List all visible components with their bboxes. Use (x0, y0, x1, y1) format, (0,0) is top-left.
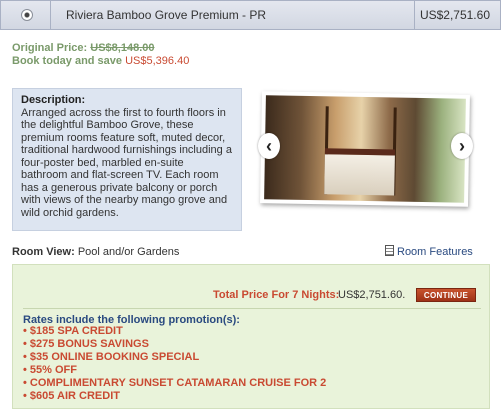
promotion-item: • $275 BONUS SAVINGS (23, 338, 149, 350)
room-view-label: Room View: (12, 246, 75, 258)
divider (23, 308, 481, 309)
description-text: Arranged across the first to fourth floo… (21, 106, 232, 219)
original-price-row: Original Price: US$8,148.00 (12, 42, 154, 54)
savings-row: Book today and save US$5,396.40 (12, 55, 189, 67)
room-name: Riviera Bamboo Grove Premium - PR (66, 8, 267, 22)
promotions-list: • $185 SPA CREDIT • $275 BONUS SAVINGS •… (23, 325, 326, 403)
total-price-row: Total Price For 7 Nights: US$2,751.60. C… (213, 288, 478, 304)
chevron-left-icon[interactable]: ‹ (258, 133, 280, 159)
room-view-row: Room View: Pool and/or Gardens (12, 246, 179, 258)
room-header: Riviera Bamboo Grove Premium - PR US$2,7… (0, 0, 501, 30)
chevron-right-icon[interactable]: › (451, 133, 473, 159)
price-cell: US$2,751.60 (414, 1, 500, 29)
room-photo-slider: ‹ › (258, 91, 473, 208)
radio-cell (1, 1, 51, 29)
promotion-item: • 55% OFF (23, 364, 77, 376)
promotion-item: • COMPLIMENTARY SUNSET CATAMARAN CRUISE … (23, 377, 327, 389)
original-price-label: Original Price: (12, 42, 88, 54)
bed-illustration (324, 148, 395, 196)
promotion-item: • $35 ONLINE BOOKING SPECIAL (23, 351, 200, 363)
total-price-label: Total Price For 7 Nights: (213, 289, 340, 301)
original-price-amount: US$8,148.00 (90, 42, 155, 54)
room-photo (264, 95, 466, 203)
promotion-item: • $605 AIR CREDIT (23, 390, 120, 402)
rates-box: Total Price For 7 Nights: US$2,751.60. C… (12, 264, 490, 409)
savings-amount: US$5,396.40 (125, 55, 190, 67)
room-view-value: Pool and/or Gardens (77, 246, 180, 258)
description-box: Description: Arranged across the first t… (12, 88, 242, 231)
header-price: US$2,751.60 (419, 8, 490, 22)
room-select-radio[interactable] (21, 9, 33, 21)
description-title: Description: (21, 94, 86, 106)
document-icon (385, 245, 394, 256)
promotion-item: • $185 SPA CREDIT (23, 325, 123, 337)
continue-button[interactable]: CONTINUE (416, 288, 476, 302)
room-photo-frame (260, 91, 470, 207)
room-features-link[interactable]: Room Features (385, 245, 473, 258)
room-features-label[interactable]: Room Features (397, 246, 473, 258)
total-price-amount: US$2,751.60. (338, 289, 406, 301)
savings-label: Book today and save (12, 55, 123, 67)
